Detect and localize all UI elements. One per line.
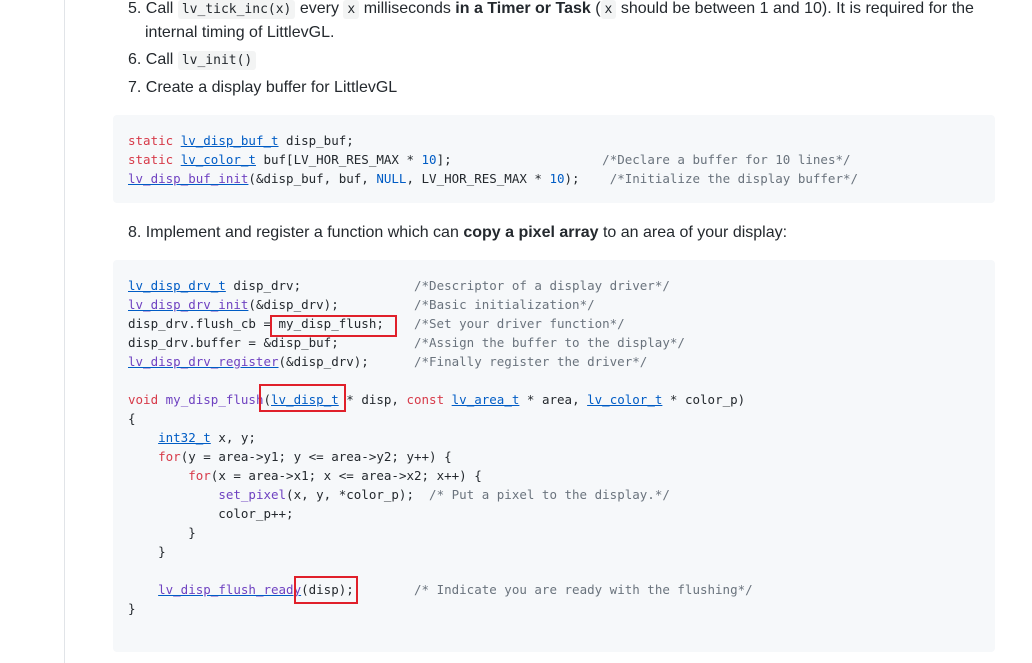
code-comment: /*Finally register the driver*/ [413, 354, 648, 369]
code-block-display-driver[interactable]: lv_disp_drv_t disp_drv; /*Descriptor of … [113, 260, 995, 652]
code-comment: /*Initialize the display buffer*/ [609, 171, 859, 186]
bold-text: copy a pixel array [463, 224, 599, 241]
step-text-continued: internal timing of LittlevGL. [145, 24, 335, 41]
step-text: Call [145, 0, 174, 17]
step-7: 7. Create a display buffer for LittlevGL [128, 76, 988, 99]
inline-code: lv_init() [177, 51, 257, 70]
step-number: 7. [128, 79, 142, 96]
code-comment: /*Declare a buffer for 10 lines*/ [602, 152, 851, 167]
step-text: Call [145, 51, 174, 68]
step-8: 8. Implement and register a function whi… [128, 221, 988, 244]
code-text: lv_disp_drv_t disp_drv; /*Descriptor of … [128, 278, 753, 616]
code-text: static lv_disp_buf_t disp_buf; static lv… [128, 133, 859, 186]
code-comment: /*Descriptor of a display driver*/ [414, 278, 670, 293]
step-text: milliseconds [363, 0, 451, 17]
inline-code: lv_tick_inc(x) [177, 0, 296, 19]
step-number: 6. [128, 51, 142, 68]
bold-text: in a Timer or Task [455, 0, 591, 17]
inline-code: x [600, 0, 617, 19]
step-6: 6. Call lv_init() [128, 48, 988, 72]
code-comment: /*Basic initialization*/ [414, 297, 595, 312]
code-block-display-buffer[interactable]: static lv_disp_buf_t disp_buf; static lv… [113, 115, 995, 203]
inline-code: x [343, 0, 360, 19]
code-comment: /*Assign the buffer to the display*/ [413, 335, 685, 350]
step-number: 8. [128, 224, 142, 241]
code-comment: /*Set your driver function*/ [413, 316, 625, 331]
step-text: to an area of your display: [602, 224, 788, 241]
step-text: every [299, 0, 339, 17]
left-border-rule [64, 0, 65, 663]
step-text: Create a display buffer for LittlevGL [145, 79, 398, 96]
step-5: 5. Call lv_tick_inc(x) every x milliseco… [128, 0, 988, 44]
step-text: Implement and register a function which … [145, 224, 459, 241]
code-comment: /* Indicate you are ready with the flush… [414, 582, 753, 597]
step-text: ( [595, 0, 601, 17]
step-text: should be between 1 and 10). It is requi… [620, 0, 974, 17]
step-number: 5. [128, 0, 142, 17]
